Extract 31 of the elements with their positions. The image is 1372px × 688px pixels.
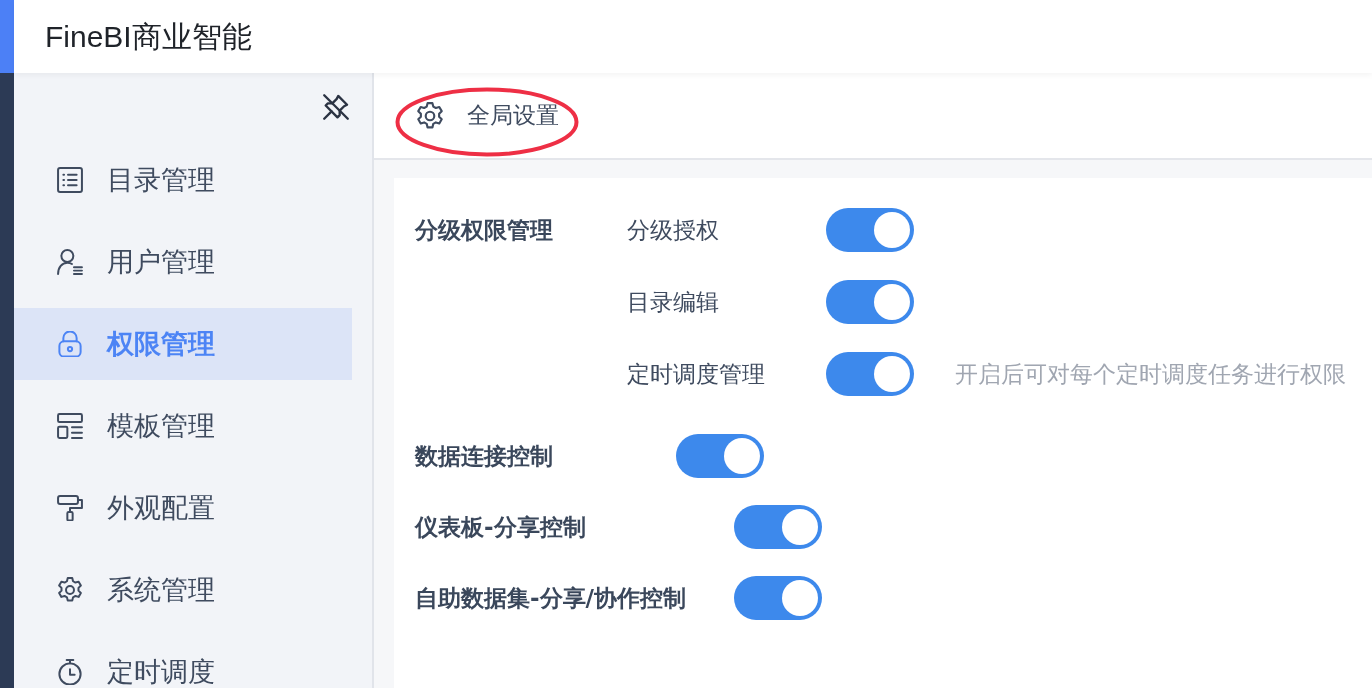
sidebar-item[interactable]: 外观配置 — [14, 472, 352, 544]
list-icon — [57, 167, 83, 193]
toggle-switch[interactable] — [826, 352, 914, 396]
sidebar-item[interactable]: 用户管理 — [14, 226, 352, 298]
toggle-switch[interactable] — [734, 505, 822, 549]
toggle-switch[interactable] — [826, 208, 914, 252]
hint-text: 开启后可对每个定时调度任务进行权限 — [955, 359, 1346, 389]
page-title: 全局设置 — [467, 101, 559, 130]
setting-label: 仪表板-分享控制 — [415, 512, 587, 542]
stopwatch-icon — [57, 659, 83, 685]
settings-icon — [416, 101, 444, 130]
toggle-switch[interactable] — [734, 576, 822, 620]
toggle-switch[interactable] — [826, 280, 914, 324]
layout-icon — [57, 413, 83, 439]
setting-label: 定时调度管理 — [627, 359, 766, 389]
sidebar-item[interactable]: 目录管理 — [14, 144, 352, 216]
setting-label: 目录编辑 — [627, 287, 720, 317]
setting-label: 自助数据集-分享/协作控制 — [415, 583, 687, 613]
setting-label: 数据连接控制 — [415, 441, 554, 471]
lock-icon — [57, 331, 83, 357]
paint-roller-icon — [57, 495, 83, 521]
user-icon — [57, 249, 83, 275]
toggle-switch[interactable] — [676, 434, 764, 478]
setting-label: 分级授权 — [627, 215, 720, 245]
sidebar-item[interactable]: 系统管理 — [14, 554, 352, 626]
pin-icon[interactable] — [322, 92, 350, 121]
settings-icon — [57, 577, 83, 603]
sidebar-item[interactable]: 模板管理 — [14, 390, 352, 462]
sidebar-item[interactable]: 定时调度 — [14, 636, 352, 688]
app-title: FineBI商业智能 — [45, 18, 252, 55]
group-label: 分级权限管理 — [415, 216, 554, 245]
